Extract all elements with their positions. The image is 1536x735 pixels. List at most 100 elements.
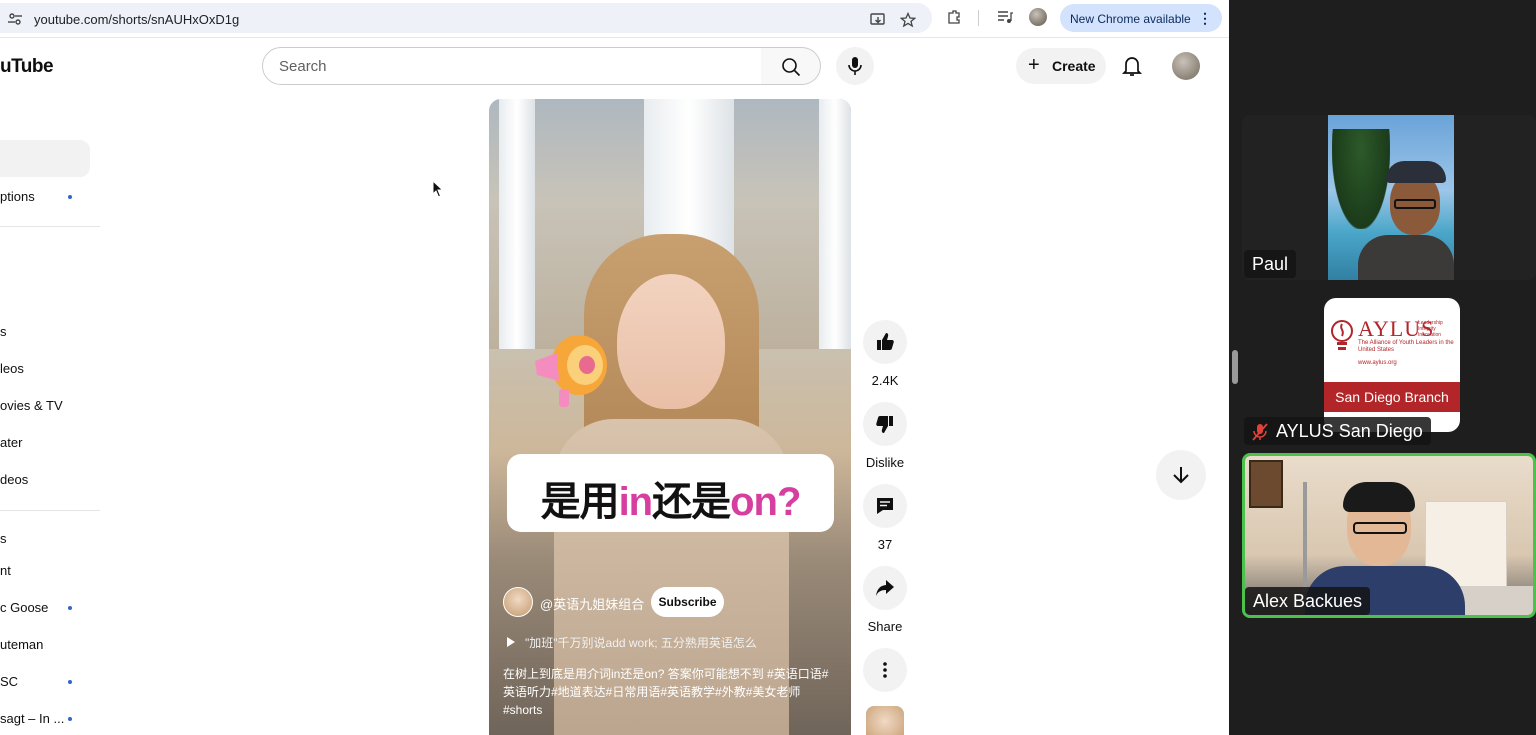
create-button[interactable]: + Create [1016, 48, 1106, 84]
sidebar-item-liked-videos[interactable]: deos [0, 472, 28, 487]
caption-text: 是用 [540, 480, 620, 524]
share-action: Share [863, 566, 907, 634]
sidebar-item-videos[interactable]: leos [0, 361, 24, 376]
channel-avatar[interactable] [503, 587, 533, 617]
play-icon [507, 637, 515, 647]
dislike-button[interactable] [863, 402, 907, 446]
account-avatar[interactable] [1172, 52, 1200, 80]
wall-picture [1249, 460, 1283, 508]
install-app-icon[interactable] [870, 12, 886, 28]
comments-button[interactable] [863, 484, 907, 528]
participant-cap [1386, 161, 1446, 183]
voice-search-button[interactable] [836, 47, 874, 85]
media-controls-icon[interactable] [997, 9, 1013, 25]
thumbs-up-icon [877, 333, 894, 350]
video-subject-face [617, 274, 725, 409]
sidebar-channel-sagt[interactable]: sagt – In ... [0, 711, 64, 726]
sidebar-item-active[interactable] [0, 140, 90, 177]
create-label: Create [1052, 58, 1096, 74]
screen: youtube.com/shorts/snAUHxOxD1g New Chrom… [0, 0, 1536, 735]
video-background [1332, 129, 1390, 229]
participant-tile-aylus[interactable]: AYLUS Leadership Integrity Innovation Th… [1242, 298, 1536, 463]
notifications-bell-icon[interactable] [1120, 54, 1144, 78]
participant-name-tag: AYLUS San Diego [1244, 417, 1431, 445]
background-pillar [499, 99, 535, 349]
youtube-sidebar: ptions s leos ovies & TV ater deos s nt … [0, 100, 115, 735]
microphone-icon [848, 57, 862, 75]
sidebar-item-watch-later[interactable]: ater [0, 435, 22, 450]
participant-name: Alex Backues [1245, 587, 1371, 615]
youtube-logo[interactable]: uTube [0, 56, 54, 78]
new-chrome-available-button[interactable]: New Chrome available ⋮ [1060, 4, 1222, 32]
share-label: Share [867, 619, 903, 634]
new-content-dot [68, 717, 72, 721]
sidebar-item[interactable]: s [0, 324, 7, 339]
search-button[interactable] [761, 47, 821, 85]
browser-window: youtube.com/shorts/snAUHxOxD1g New Chrom… [0, 0, 1229, 735]
omnibox[interactable]: youtube.com/shorts/snAUHxOxD1g [0, 3, 932, 33]
more-options-button[interactable] [863, 648, 907, 692]
microphone-muted-icon [1252, 423, 1268, 441]
participant-name: AYLUS San Diego [1276, 421, 1423, 441]
extensions-icon[interactable] [946, 9, 962, 25]
arrow-down-icon [1173, 467, 1189, 484]
sidebar-item[interactable]: nt [0, 563, 11, 578]
sidebar-channel-uteman[interactable]: uteman [0, 637, 43, 652]
chrome-menu-icon[interactable]: ⋮ [1198, 10, 1212, 27]
sidebar-item-movies-tv[interactable]: ovies & TV [0, 398, 63, 413]
new-content-dot [68, 606, 72, 610]
caption-text: 还是 [652, 480, 731, 524]
like-count: 2.4K [871, 373, 899, 388]
playlist-title: "加班"千万别说add work; 五分熟用英语怎么 [525, 636, 757, 650]
more-action [863, 648, 907, 692]
sidebar-divider [0, 226, 100, 227]
short-video-player[interactable]: 是用in还是on? @英语九姐妹组合 Subscribe "加班"千万别说add… [489, 99, 851, 735]
panel-resize-handle[interactable] [1232, 350, 1238, 384]
participant-name: Paul [1244, 250, 1297, 278]
address-bar: youtube.com/shorts/snAUHxOxD1g New Chrom… [0, 0, 1229, 38]
participant-glasses [1353, 522, 1407, 534]
subscribe-button[interactable]: Subscribe [651, 587, 724, 617]
dislike-label: Dislike [865, 455, 905, 470]
bookmark-star-icon[interactable] [900, 12, 916, 28]
participant-tile-paul[interactable]: Paul [1242, 115, 1536, 280]
floor-lamp [1303, 482, 1307, 592]
more-vertical-icon [883, 662, 887, 678]
video-description: 在树上到底是用介词in还是on? 答案你可能想不到 #英语口语#英语听力#地道表… [503, 667, 829, 717]
toolbar-divider [978, 10, 979, 26]
channel-name[interactable]: @英语九姐妹组合 [540, 594, 644, 613]
search-input[interactable]: Search [262, 47, 762, 85]
caption-highlight-in: in [618, 480, 654, 524]
background-pillar [819, 99, 851, 349]
aylus-subtitle: The Alliance of Youth Leaders in the Uni… [1358, 340, 1454, 353]
share-button[interactable] [863, 566, 907, 610]
megaphone-sticker-icon [535, 335, 607, 407]
related-playlist-link[interactable]: "加班"千万别说add work; 五分熟用英语怎么 [507, 634, 757, 651]
dislike-action: Dislike [863, 402, 907, 470]
participant-video [1328, 115, 1454, 280]
caption-highlight-on: on? [730, 480, 801, 524]
sidebar-channel-goose[interactable]: c Goose [0, 600, 48, 615]
plus-icon: + [1028, 54, 1040, 76]
comments-action: 37 [863, 484, 907, 552]
new-chrome-label: New Chrome available [1070, 12, 1191, 26]
like-button[interactable] [863, 320, 907, 364]
sidebar-channel-sc[interactable]: SC [0, 674, 18, 689]
participant-tile-alex-active-speaker[interactable]: Alex Backues [1242, 453, 1536, 618]
aylus-website: www.aylus.org [1358, 360, 1397, 366]
video-caption-overlay: 是用in还是on? [507, 454, 834, 532]
new-content-dot [68, 195, 72, 199]
mouse-cursor-icon [432, 180, 444, 198]
new-content-dot [68, 680, 72, 684]
sidebar-item-subscriptions[interactable]: ptions [0, 189, 35, 204]
profile-avatar[interactable] [1029, 8, 1047, 26]
aylus-branch-banner: San Diego Branch [1324, 382, 1460, 412]
search-placeholder: Search [279, 58, 327, 75]
url-text: youtube.com/shorts/snAUHxOxD1g [34, 12, 240, 27]
comment-icon [877, 498, 893, 514]
sidebar-item[interactable]: s [0, 531, 7, 546]
next-short-button[interactable] [1156, 450, 1206, 500]
sound-thumbnail[interactable] [866, 706, 904, 735]
participant-body [1358, 235, 1454, 280]
site-settings-icon[interactable] [8, 13, 22, 25]
